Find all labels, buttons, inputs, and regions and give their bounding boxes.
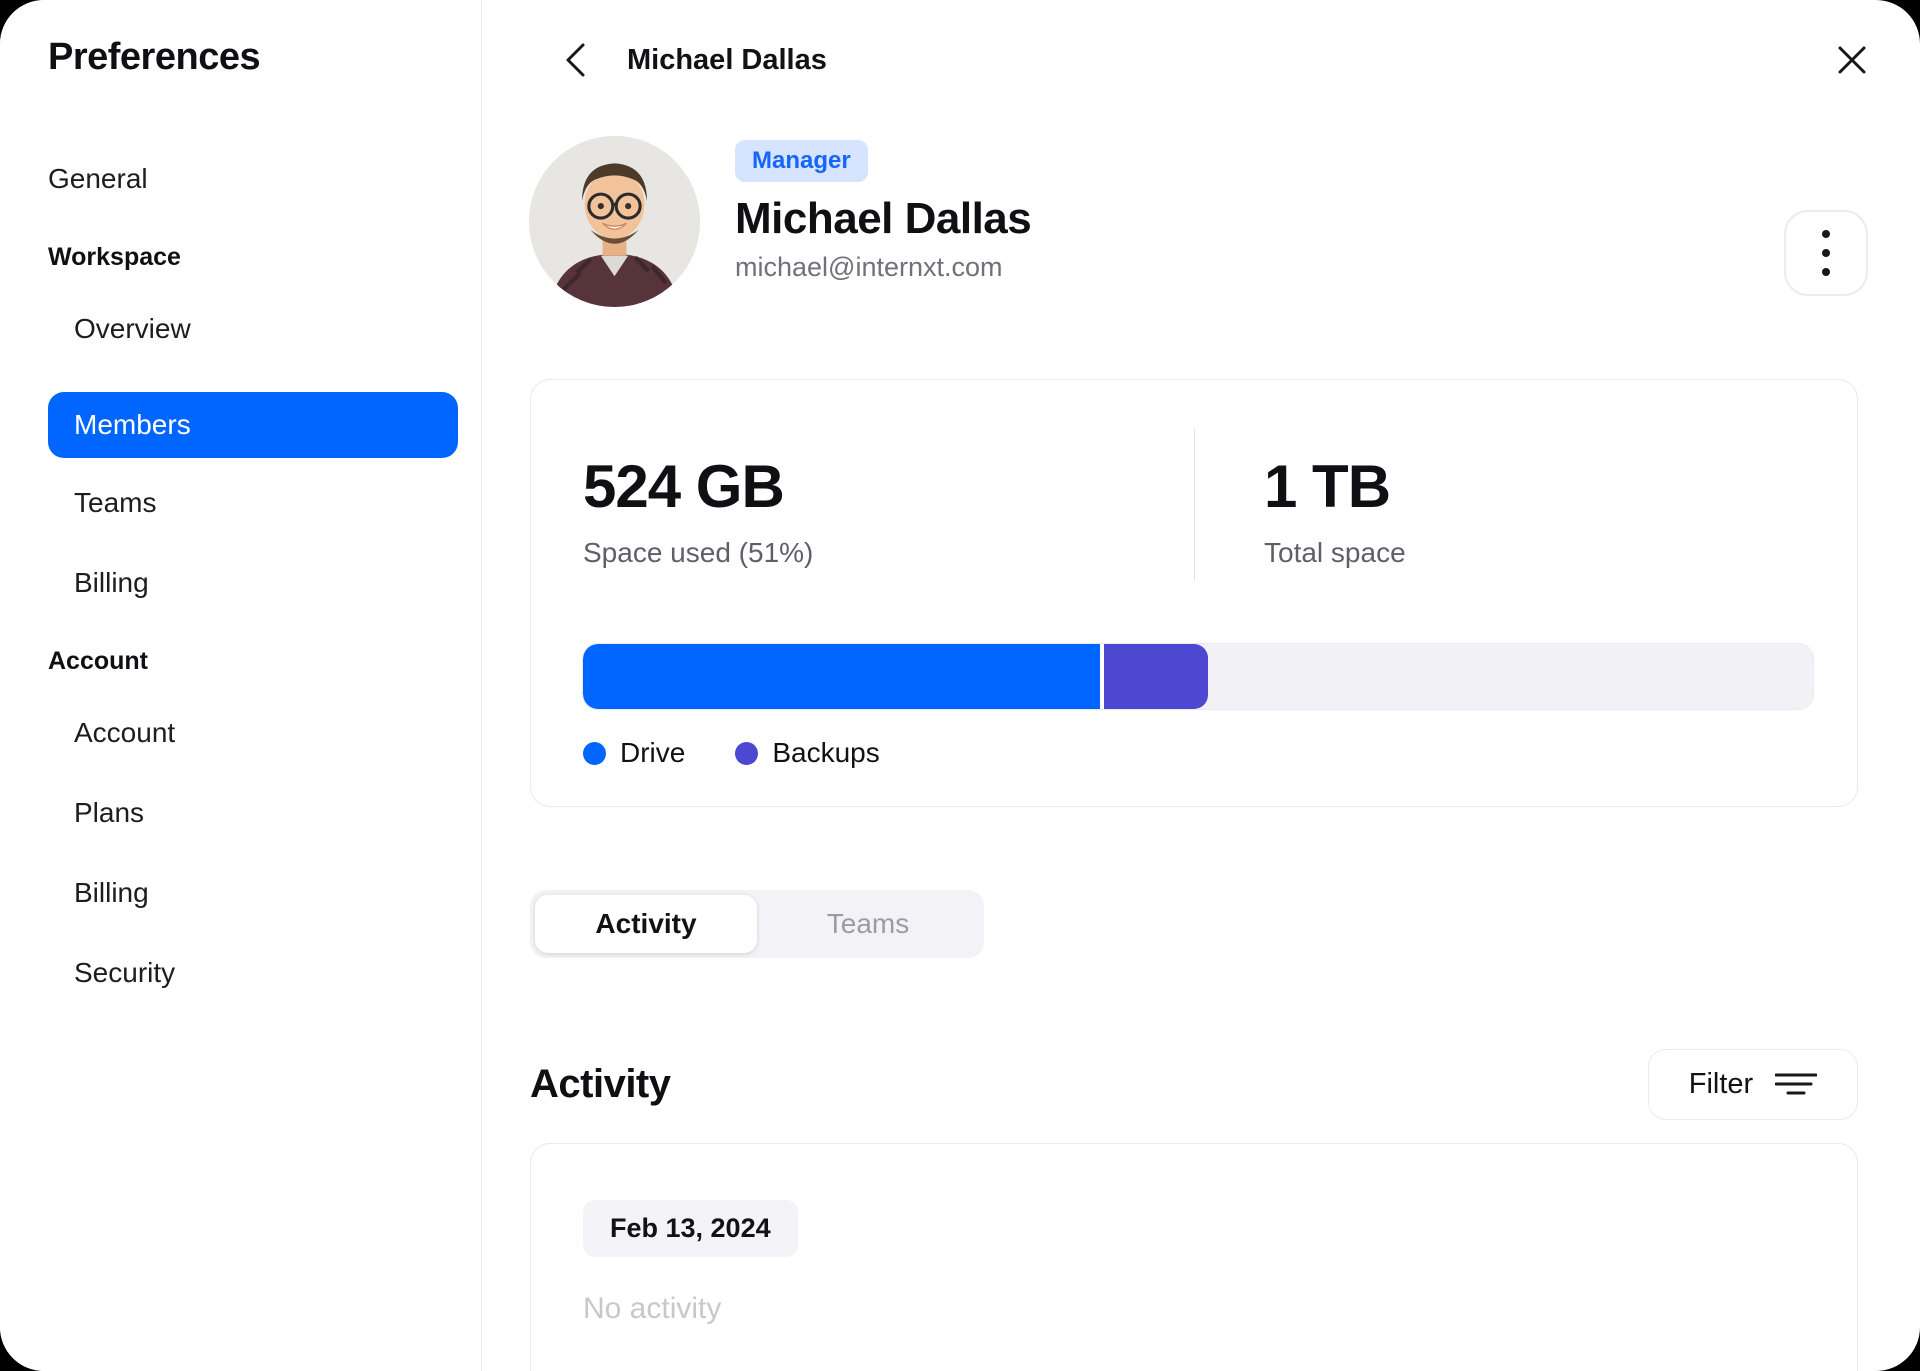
drive-dot-icon bbox=[583, 741, 606, 765]
legend-drive-label: Drive bbox=[620, 737, 686, 768]
backups-dot-icon bbox=[735, 741, 759, 765]
close-button[interactable] bbox=[1832, 40, 1872, 80]
sidebar-item-plans[interactable]: Plans bbox=[48, 796, 457, 830]
activity-header: Activity Filter bbox=[530, 1048, 1858, 1120]
total-space-stat: 1 TB Total space bbox=[1194, 452, 1857, 569]
legend-backups-label: Backups bbox=[772, 737, 880, 768]
avatar bbox=[529, 136, 700, 307]
tab-activity[interactable]: Activity bbox=[535, 895, 757, 953]
storage-legend: Drive Backups bbox=[583, 737, 1857, 769]
legend-item-backups: Backups bbox=[735, 737, 880, 769]
sidebar-item-billing-account[interactable]: Billing bbox=[48, 876, 457, 910]
stats-divider bbox=[1194, 429, 1195, 581]
legend-item-drive: Drive bbox=[583, 737, 685, 769]
space-used-label: Space used (51%) bbox=[583, 537, 814, 568]
member-options-button[interactable] bbox=[1784, 210, 1868, 296]
activity-date-chip: Feb 13, 2024 bbox=[583, 1200, 798, 1257]
total-space-label: Total space bbox=[1264, 537, 1406, 568]
filter-lines-icon bbox=[1775, 1073, 1818, 1095]
filter-button-label: Filter bbox=[1688, 1067, 1754, 1100]
detail-tabs: Activity Teams bbox=[530, 890, 984, 958]
space-used-value: 524 GB bbox=[583, 453, 785, 520]
detail-title: Michael Dallas bbox=[627, 43, 827, 76]
storage-usage-card: 524 GB Space used (51%) 1 TB Total space… bbox=[530, 379, 1858, 807]
sidebar-item-overview[interactable]: Overview bbox=[48, 312, 457, 346]
chevron-left-icon bbox=[566, 43, 585, 77]
profile-section: Manager Michael Dallas michael@internxt.… bbox=[529, 136, 1868, 308]
sidebar-title: Preferences bbox=[48, 36, 261, 78]
user-photo bbox=[529, 136, 700, 307]
detail-header: Michael Dallas bbox=[482, 40, 1920, 80]
preferences-dialog: Preferences General Workspace Overview M… bbox=[0, 0, 1920, 1371]
sidebar-item-billing-workspace[interactable]: Billing bbox=[48, 566, 457, 600]
close-icon bbox=[1838, 46, 1866, 74]
member-detail-panel: Michael Dallas Manager Michael Dallas mi… bbox=[482, 0, 1920, 1371]
filter-button[interactable]: Filter bbox=[1648, 1048, 1858, 1120]
back-button[interactable] bbox=[555, 40, 595, 80]
activity-empty-text: No activity bbox=[583, 1292, 722, 1325]
sidebar-item-security[interactable]: Security bbox=[48, 956, 457, 990]
sidebar-item-members[interactable]: Members bbox=[48, 392, 458, 458]
total-space-value: 1 TB bbox=[1264, 453, 1391, 520]
segment-gap bbox=[1099, 644, 1104, 709]
backups-usage-segment bbox=[1103, 644, 1209, 709]
sidebar-item-general[interactable]: General bbox=[48, 162, 457, 196]
sidebar-section-account: Account bbox=[48, 647, 148, 675]
activity-heading: Activity bbox=[530, 1061, 671, 1106]
kebab-menu-icon bbox=[1822, 230, 1830, 238]
sidebar-section-workspace: Workspace bbox=[48, 243, 181, 271]
tab-teams[interactable]: Teams bbox=[757, 895, 979, 953]
sidebar: Preferences General Workspace Overview M… bbox=[0, 0, 482, 1371]
member-name: Michael Dallas bbox=[735, 194, 1032, 243]
drive-usage-segment bbox=[583, 644, 1100, 709]
storage-progress-bar bbox=[582, 643, 1814, 710]
space-used-stat: 524 GB Space used (51%) bbox=[531, 452, 1194, 569]
profile-info: Manager Michael Dallas michael@internxt.… bbox=[735, 140, 1032, 283]
sidebar-item-account[interactable]: Account bbox=[48, 716, 457, 750]
activity-card: Feb 13, 2024 No activity bbox=[530, 1143, 1858, 1371]
sidebar-item-teams[interactable]: Teams bbox=[48, 486, 457, 520]
sidebar-nav: General Workspace Overview Members Teams… bbox=[48, 162, 458, 990]
member-email: michael@internxt.com bbox=[735, 252, 1003, 282]
role-badge: Manager bbox=[735, 140, 868, 182]
